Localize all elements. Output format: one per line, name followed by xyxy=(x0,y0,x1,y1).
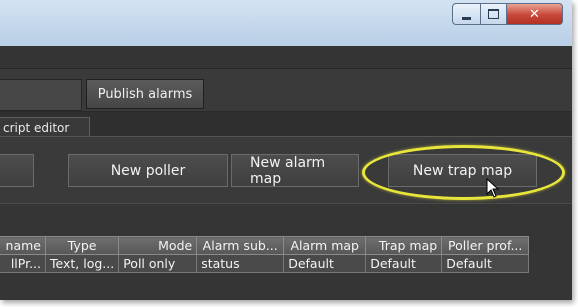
minimize-button[interactable] xyxy=(452,3,481,25)
minimize-icon xyxy=(462,16,471,20)
table-cell: Default xyxy=(365,254,443,273)
close-button[interactable]: ✕ xyxy=(507,3,563,25)
menu-bar xyxy=(0,46,572,69)
maximize-icon xyxy=(488,9,499,19)
data-table: name Type Mode Alarm sub... Alarm map Tr… xyxy=(0,236,530,273)
table-header-row: name Type Mode Alarm sub... Alarm map Tr… xyxy=(0,236,530,255)
column-header-name[interactable]: name xyxy=(0,236,46,255)
new-alarm-map-button[interactable]: New alarm map xyxy=(231,154,359,187)
mouse-cursor-icon xyxy=(486,178,500,198)
column-header-alarm-sub[interactable]: Alarm sub... xyxy=(196,236,285,255)
tab-script-editor[interactable]: cript editor xyxy=(0,117,90,137)
column-header-mode[interactable]: Mode xyxy=(118,236,198,255)
publish-alarms-button[interactable]: Publish alarms xyxy=(86,79,204,109)
application-window: ✕ Publish alarms cript editor New poller… xyxy=(0,0,572,300)
table-cell: llPr... xyxy=(0,254,46,273)
close-icon: ✕ xyxy=(529,6,540,22)
table-area: name Type Mode Alarm sub... Alarm map Tr… xyxy=(0,203,572,300)
table-cell: Poll only xyxy=(118,254,198,273)
toolbar-field[interactable] xyxy=(0,79,82,111)
column-header-alarm-map[interactable]: Alarm map xyxy=(283,236,367,255)
window-controls: ✕ xyxy=(452,3,566,25)
maximize-button[interactable] xyxy=(481,3,507,25)
new-poller-button[interactable]: New poller xyxy=(68,154,228,187)
partial-button[interactable] xyxy=(0,154,34,187)
title-bar: ✕ xyxy=(0,0,572,46)
column-header-trap-map[interactable]: Trap map xyxy=(365,236,443,255)
table-cell: Default xyxy=(283,254,367,273)
column-header-type[interactable]: Type xyxy=(44,236,120,255)
table-row[interactable]: llPr... Text, log... Poll only status De… xyxy=(0,254,530,273)
table-cell: status xyxy=(196,254,285,273)
editor-panel: New poller New alarm map New trap map na… xyxy=(0,136,572,300)
table-cell: Default xyxy=(441,254,530,273)
tab-strip: cript editor xyxy=(0,112,572,137)
highlight-ellipse xyxy=(362,145,565,200)
toolbar: Publish alarms xyxy=(0,69,572,112)
table-cell: Text, log... xyxy=(44,254,120,273)
client-area: Publish alarms cript editor New poller N… xyxy=(0,46,572,300)
column-header-poller-prof[interactable]: Poller prof... xyxy=(441,236,530,255)
